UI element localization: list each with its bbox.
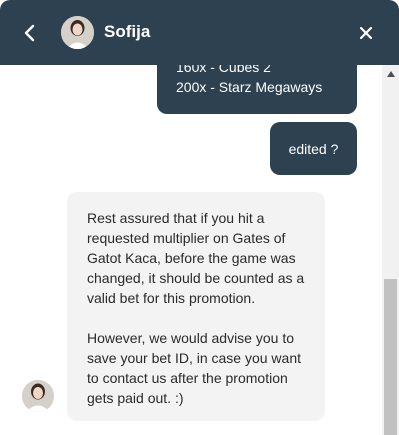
user-message-bubble: edited ?: [270, 122, 357, 175]
scrollbar-thumb[interactable]: [384, 279, 397, 435]
scrollbar[interactable]: [382, 65, 399, 435]
chevron-left-icon: [24, 24, 35, 42]
message-line: 200x - Starz Megaways: [176, 79, 323, 95]
message-paragraph: Rest assured that if you hit a requested…: [87, 210, 305, 306]
agent-name: Sofija: [104, 22, 151, 41]
chat-header: Sofija: [0, 0, 399, 65]
close-icon: [359, 26, 373, 40]
agent-avatar: [61, 16, 94, 49]
agent-message-bubble: Rest assured that if you hit a requested…: [67, 192, 325, 421]
message-list[interactable]: 160x - Cubes 2 200x - Starz Megaways edi…: [0, 65, 382, 435]
user-message-bubble: 160x - Cubes 2 200x - Starz Megaways: [157, 65, 357, 114]
chat-window: Sofija 160x - Cubes 2 200x - Starz Megaw…: [0, 0, 399, 435]
message-text: edited ?: [288, 140, 339, 157]
agent-message-avatar: [22, 380, 54, 412]
message-paragraph: However, we would advise you to save you…: [87, 330, 301, 406]
scroll-up-button[interactable]: [382, 65, 399, 82]
back-button[interactable]: [19, 22, 41, 44]
close-button[interactable]: [355, 22, 377, 44]
arrow-up-icon: [386, 70, 395, 77]
message-line: 160x - Cubes 2: [176, 65, 271, 75]
